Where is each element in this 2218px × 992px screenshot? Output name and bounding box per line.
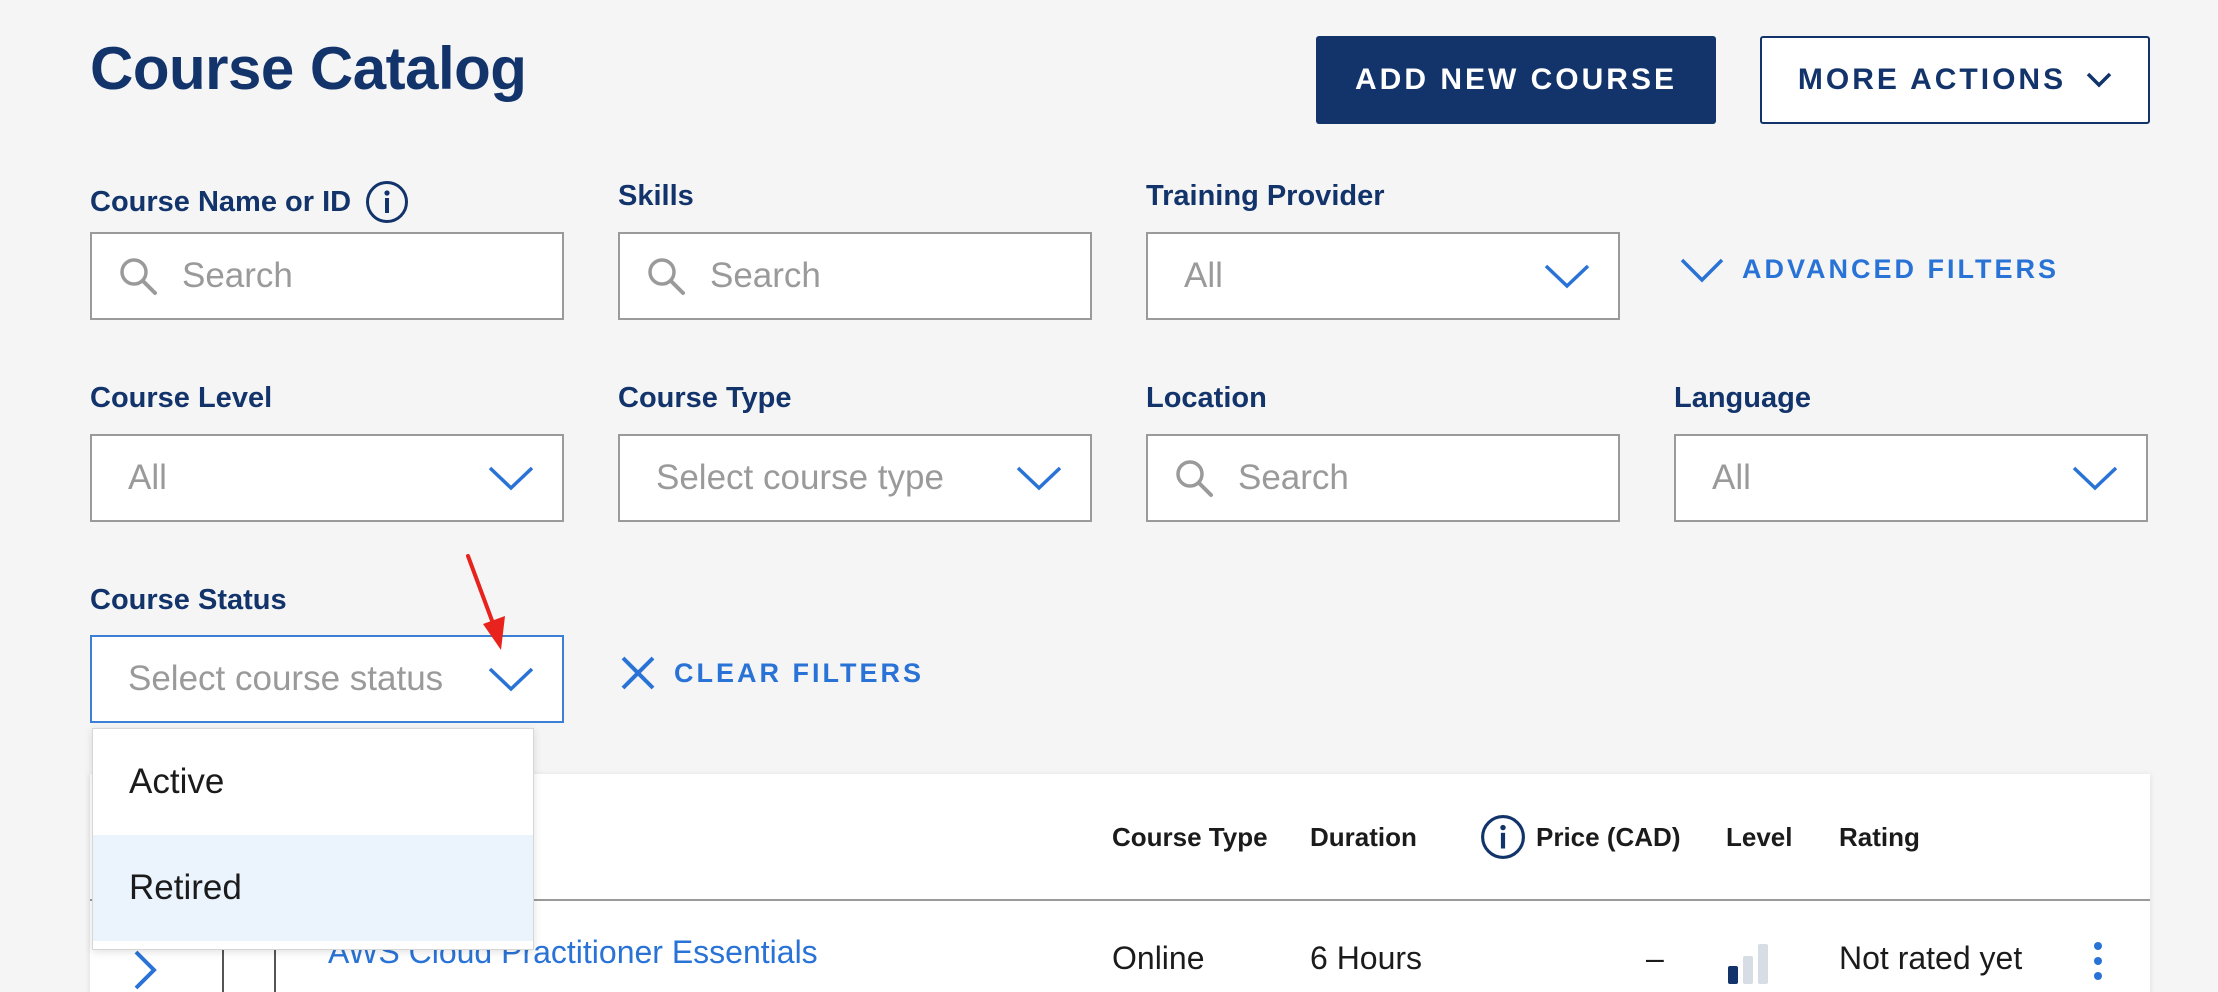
course-type-select[interactable]: Select course type [618, 434, 1092, 522]
course-level-label: Course Level [90, 382, 273, 414]
add-new-course-label: ADD NEW COURSE [1354, 63, 1677, 96]
page-title: Course Catalog [90, 35, 527, 102]
more-actions-button[interactable]: MORE ACTIONS [1760, 36, 2150, 124]
course-status-dropdown-menu: Active Retired [92, 728, 534, 950]
location-search-input[interactable]: Search [1146, 434, 1620, 522]
cell-duration: 6 Hours [1310, 940, 1423, 976]
close-icon [621, 656, 655, 690]
language-value: All [1712, 458, 1751, 497]
course-status-label: Course Status [90, 584, 287, 616]
cell-rating: Not rated yet [1839, 940, 2023, 976]
search-icon [120, 258, 157, 295]
course-name-label-text: Course Name or ID [90, 185, 352, 218]
cell-course-type: Online [1112, 940, 1205, 976]
level-bars-icon [1728, 944, 1768, 984]
th-rating[interactable]: Rating [1839, 822, 1920, 853]
th-level[interactable]: Level [1726, 822, 1793, 853]
row-checkbox[interactable] [222, 946, 276, 992]
chevron-down-icon [2086, 72, 2112, 88]
skills-search-input[interactable]: Search [618, 232, 1092, 320]
chevron-down-icon [488, 667, 534, 692]
clear-filters-button[interactable]: CLEAR FILTERS [620, 655, 924, 691]
chevron-down-icon [2072, 466, 2118, 491]
th-price[interactable]: Price (CAD) [1480, 814, 1680, 860]
expand-row-chevron-icon[interactable] [132, 948, 158, 992]
status-option-retired[interactable]: Retired [93, 835, 533, 941]
chevron-down-icon [1680, 258, 1724, 282]
chevron-down-icon [1016, 466, 1062, 491]
kebab-menu-icon[interactable] [2094, 942, 2102, 980]
skills-label: Skills [618, 180, 694, 212]
course-level-select[interactable]: All [90, 434, 564, 522]
location-label: Location [1146, 382, 1267, 414]
annotation-arrow [466, 554, 505, 650]
search-icon [1176, 460, 1213, 497]
th-course-type[interactable]: Course Type [1112, 822, 1268, 853]
location-placeholder: Search [1238, 458, 1349, 497]
clear-filters-label: CLEAR FILTERS [674, 657, 924, 688]
advanced-filters-toggle[interactable]: ADVANCED FILTERS [1680, 254, 2059, 285]
skills-placeholder: Search [710, 256, 821, 295]
course-type-value: Select course type [656, 458, 944, 497]
course-name-search-input[interactable]: Search [90, 232, 564, 320]
advanced-filters-label: ADVANCED FILTERS [1742, 254, 2059, 284]
course-status-value: Select course status [128, 659, 444, 698]
search-icon [648, 258, 685, 295]
course-name-label: Course Name or ID [90, 180, 409, 224]
training-provider-select[interactable]: All [1146, 232, 1620, 320]
training-provider-label: Training Provider [1146, 180, 1385, 212]
training-provider-value: All [1184, 256, 1223, 295]
status-option-active[interactable]: Active [93, 729, 533, 835]
language-select[interactable]: All [1674, 434, 2148, 522]
info-icon[interactable] [365, 180, 409, 224]
course-type-label: Course Type [618, 382, 792, 414]
cell-price: – [1646, 940, 1664, 976]
more-actions-label: MORE ACTIONS [1797, 63, 2067, 96]
add-new-course-button[interactable]: ADD NEW COURSE [1316, 36, 1716, 124]
info-icon[interactable] [1480, 814, 1526, 860]
th-price-label: Price (CAD) [1536, 821, 1681, 852]
course-name-placeholder: Search [182, 256, 293, 295]
chevron-down-icon [1544, 264, 1590, 289]
th-duration[interactable]: Duration [1310, 822, 1417, 853]
chevron-down-icon [488, 466, 534, 491]
course-level-value: All [128, 458, 167, 497]
language-label: Language [1674, 382, 1811, 414]
